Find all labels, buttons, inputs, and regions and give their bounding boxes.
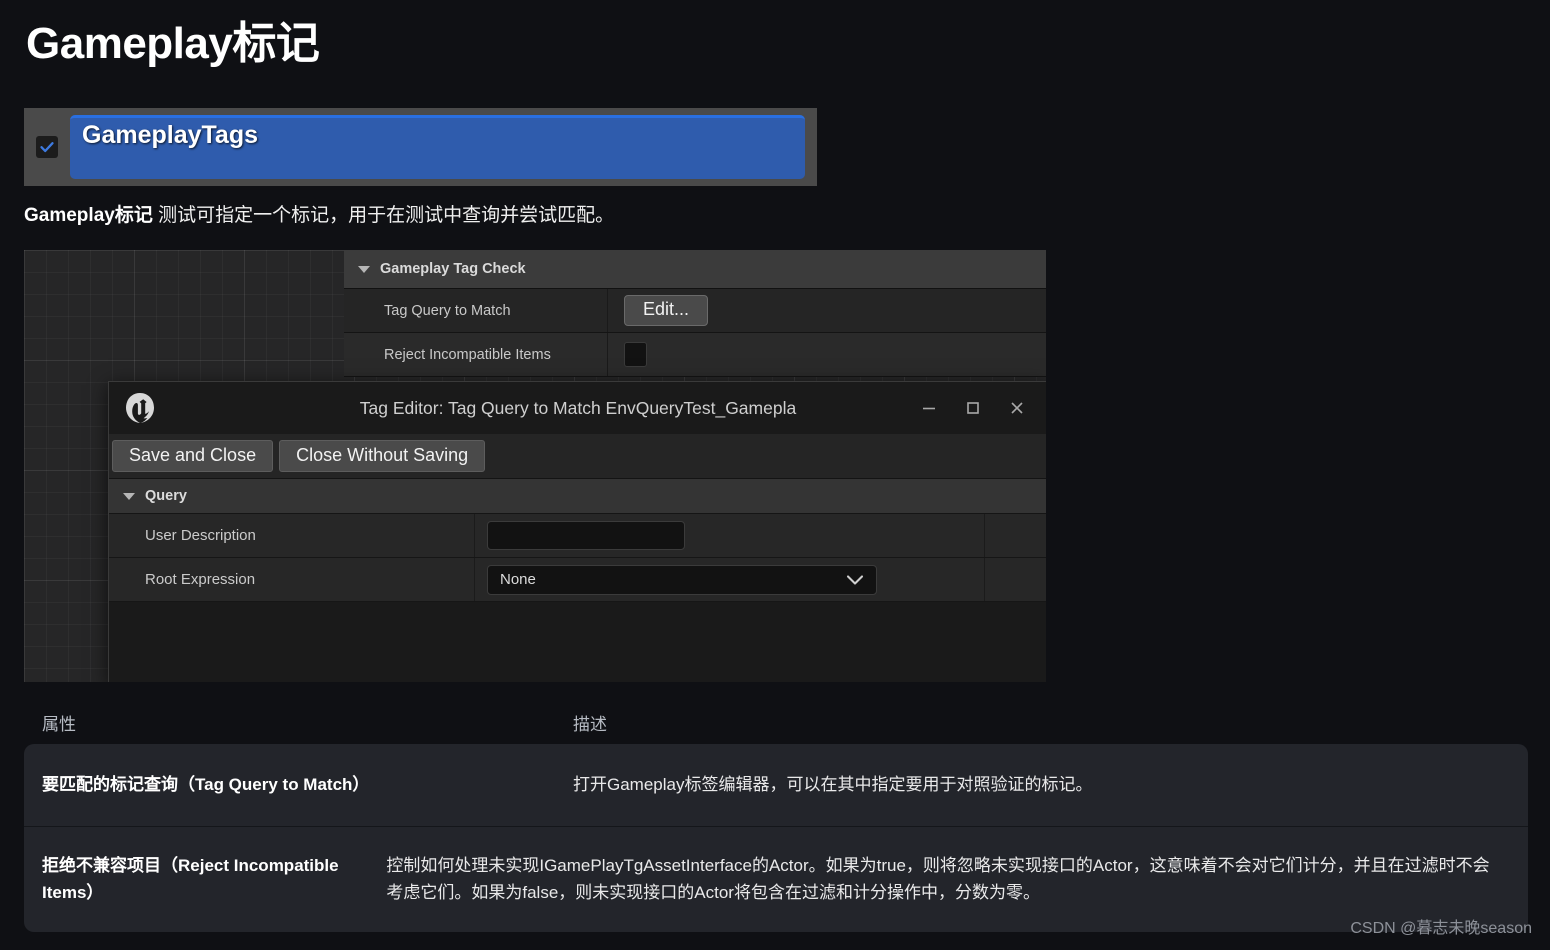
csdn-watermark: CSDN @暮志未晚season	[1350, 920, 1532, 937]
save-and-close-button[interactable]: Save and Close	[112, 439, 274, 473]
root-expression-value: None	[500, 571, 536, 588]
page-subtitle: Gameplay标记 测试可指定一个标记，用于在测试中查询并尝试匹配。	[24, 200, 614, 227]
details-section-title: Gameplay Tag Check	[380, 261, 526, 277]
root-expression-dropdown[interactable]: None	[487, 564, 877, 595]
table-row: 拒绝不兼容项目（Reject Incompatible Items） 控制如何处…	[24, 827, 1528, 932]
cell-property: 拒绝不兼容项目（Reject Incompatible Items）	[42, 856, 339, 902]
unreal-engine-logo-icon	[123, 391, 157, 425]
tag-editor-window: Tag Editor: Tag Query to Match EnvQueryT…	[108, 381, 1046, 682]
column-header-property: 属性	[42, 714, 76, 734]
query-row-tail	[985, 558, 1046, 601]
column-header-description: 描述	[573, 714, 607, 734]
details-section-header[interactable]: Gameplay Tag Check	[344, 250, 1046, 289]
query-row-value	[475, 514, 985, 557]
table-row: 要匹配的标记查询（Tag Query to Match） 打开Gameplay标…	[24, 744, 1528, 828]
close-icon[interactable]	[995, 388, 1039, 428]
tag-editor-toolbar: Save and Close Close Without Saving	[109, 434, 1046, 479]
gameplay-tags-label: GameplayTags	[82, 121, 259, 149]
query-section-header[interactable]: Query	[109, 479, 1046, 514]
subtitle-bold: Gameplay标记	[24, 205, 153, 226]
details-panel: Gameplay Tag Check Tag Query to Match Ed…	[344, 250, 1046, 377]
page-title: Gameplay标记	[26, 19, 320, 68]
gameplay-tags-checkbox[interactable]	[36, 136, 58, 158]
chevron-down-icon	[358, 265, 370, 273]
minimize-icon[interactable]	[907, 388, 951, 428]
details-row-label: Reject Incompatible Items	[344, 333, 608, 376]
details-row-value	[608, 333, 1046, 376]
chevron-down-icon	[123, 492, 135, 500]
tag-editor-window-controls	[907, 382, 1039, 434]
cell-property: 要匹配的标记查询（Tag Query to Match）	[42, 775, 370, 794]
query-row-value: None	[475, 558, 985, 601]
table-body: 要匹配的标记查询（Tag Query to Match） 打开Gameplay标…	[24, 744, 1528, 933]
query-row-tail	[985, 514, 1046, 557]
tag-editor-empty-body	[109, 602, 1046, 682]
details-row-tag-query: Tag Query to Match Edit...	[344, 289, 1046, 333]
chevron-down-icon	[846, 574, 864, 585]
details-row-value: Edit...	[608, 289, 1046, 332]
reject-incompatible-items-checkbox[interactable]	[624, 342, 647, 367]
cell-description: 打开Gameplay标签编辑器，可以在其中指定要用于对照验证的标记。	[573, 775, 1093, 794]
query-row-label: Root Expression	[109, 558, 475, 601]
maximize-icon[interactable]	[951, 388, 995, 428]
tag-editor-titlebar[interactable]: Tag Editor: Tag Query to Match EnvQueryT…	[109, 382, 1046, 434]
unreal-editor-screenshot: Gameplay Tag Check Tag Query to Match Ed…	[24, 250, 1046, 682]
details-row-label: Tag Query to Match	[344, 289, 608, 332]
gameplay-tags-pill[interactable]: GameplayTags	[70, 115, 805, 179]
close-without-saving-button[interactable]: Close Without Saving	[279, 439, 486, 473]
gameplay-tags-banner: GameplayTags	[24, 108, 817, 186]
table-header-row: 属性 描述	[24, 700, 1528, 744]
query-row-label: User Description	[109, 514, 475, 557]
edit-tag-query-button[interactable]: Edit...	[624, 294, 709, 327]
tag-editor-window-title: Tag Editor: Tag Query to Match EnvQueryT…	[359, 397, 797, 418]
query-row-root-expression: Root Expression None	[109, 558, 1046, 602]
gameplay-tags-banner-inner: GameplayTags	[24, 108, 817, 186]
subtitle-rest: 测试可指定一个标记，用于在测试中查询并尝试匹配。	[152, 205, 615, 226]
details-row-reject-incompatible: Reject Incompatible Items	[344, 333, 1046, 377]
query-section-title: Query	[145, 488, 187, 504]
documentation-table: 属性 描述 要匹配的标记查询（Tag Query to Match） 打开Gam…	[24, 700, 1528, 933]
query-row-user-description: User Description	[109, 514, 1046, 558]
user-description-input[interactable]	[487, 521, 685, 550]
